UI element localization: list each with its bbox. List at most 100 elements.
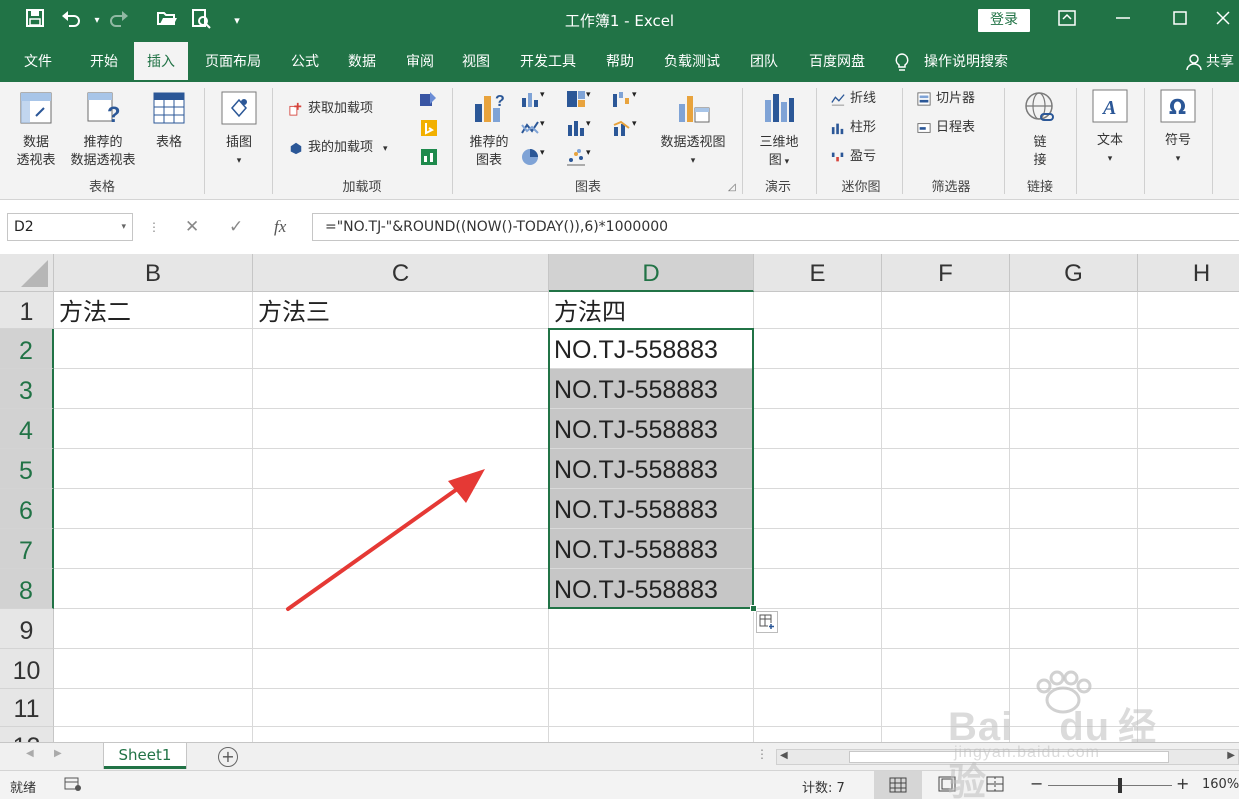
cancel-entry-icon[interactable]: ✕ (185, 213, 199, 241)
tab-split-grip-icon[interactable]: ⋮ (756, 747, 768, 761)
timeline-button[interactable]: 日程表 (916, 117, 975, 139)
get-addins-button[interactable]: 获取加载项 (288, 98, 373, 120)
recommended-charts-button[interactable]: ? 推荐的 图表 (462, 90, 516, 170)
formula-input[interactable]: ="NO.TJ-"&ROUND((NOW()-TODAY()),6)*10000… (312, 213, 1239, 241)
insert-function-icon[interactable]: fx (274, 213, 286, 241)
tab-formulas[interactable]: 公式 (280, 42, 330, 82)
scroll-right-icon[interactable]: ▶ (1227, 750, 1235, 761)
zoom-in-icon[interactable]: + (1176, 774, 1189, 793)
table-icon (146, 90, 192, 132)
tab-team[interactable]: 团队 (740, 42, 788, 82)
sparkline-line-button[interactable]: 折线 (830, 88, 876, 110)
tab-developer[interactable]: 开发工具 (510, 42, 586, 82)
maximize-icon[interactable] (1165, 8, 1195, 34)
row-header-6[interactable]: 6 (0, 489, 54, 529)
tab-load-test[interactable]: 负载测试 (654, 42, 730, 82)
row-header-1[interactable]: 1 (0, 292, 54, 329)
row-header-7[interactable]: 7 (0, 529, 54, 569)
my-addins-button[interactable]: 我的加载项 ▾ (288, 137, 388, 159)
column-header-e[interactable]: E (754, 254, 882, 292)
next-sheet-icon[interactable]: ▶ (54, 748, 62, 759)
link-button[interactable]: 链 接 (1016, 90, 1064, 170)
column-header-h[interactable]: H (1138, 254, 1239, 292)
pie-chart-button[interactable]: ▾ (520, 148, 556, 168)
column-header-d[interactable]: D (549, 254, 754, 292)
sparkline-winloss-button[interactable]: 盈亏 (830, 146, 876, 168)
column-header-c[interactable]: C (253, 254, 549, 292)
pivot-table-button[interactable]: 数据 透视表 (10, 90, 62, 170)
scatter-chart-button[interactable]: ▾ (566, 148, 602, 168)
prev-sheet-icon[interactable]: ◀ (26, 748, 34, 759)
sheet-tab-sheet1[interactable]: Sheet1 (104, 743, 186, 769)
tab-baidu-netdisk[interactable]: 百度网盘 (798, 42, 876, 82)
column-chart-button[interactable]: ▾ (520, 90, 556, 110)
text-button[interactable]: A 文本 ▾ (1086, 88, 1134, 168)
normal-view-icon[interactable] (874, 771, 922, 799)
tab-page-layout[interactable]: 页面布局 (196, 42, 270, 82)
waterfall-chart-button[interactable]: ▾ (612, 90, 648, 110)
text-box-icon: A (1086, 88, 1134, 130)
tab-help[interactable]: 帮助 (596, 42, 644, 82)
row-header-12[interactable]: 12 (0, 727, 54, 742)
column-header-f[interactable]: F (882, 254, 1010, 292)
illustrations-button[interactable]: 插图 ▾ (216, 90, 262, 170)
enter-entry-icon[interactable]: ✓ (229, 213, 243, 241)
symbol-button[interactable]: Ω 符号 ▾ (1154, 88, 1202, 168)
quick-analysis-icon[interactable] (756, 611, 778, 633)
row-header-10[interactable]: 10 (0, 649, 54, 689)
visio-icon[interactable] (418, 90, 438, 108)
row-header-3[interactable]: 3 (0, 369, 54, 409)
pivot-chart-button[interactable]: 数据透视图 ▾ (654, 90, 732, 170)
add-sheet-icon[interactable]: + (218, 747, 238, 767)
recommended-pivot-button[interactable]: ? 推荐的 数据透视表 (64, 90, 142, 170)
sparkline-line-label: 折线 (850, 91, 877, 106)
tab-insert[interactable]: 插入 (134, 42, 188, 82)
row-header-8[interactable]: 8 (0, 569, 54, 609)
row-header-5[interactable]: 5 (0, 449, 54, 489)
tab-review[interactable]: 审阅 (396, 42, 444, 82)
cell-d1[interactable]: 方法四 (549, 292, 753, 328)
tab-file[interactable]: 文件 (12, 42, 64, 82)
tell-me-search[interactable]: 操作说明搜索 (894, 42, 1026, 82)
name-box-dropdown-icon[interactable]: ▾ (121, 214, 126, 240)
login-button[interactable]: 登录 (978, 9, 1030, 32)
people-graph-icon[interactable] (420, 148, 438, 166)
column-chart-dropdown-icon: ▾ (540, 90, 545, 100)
sparkline-column-button[interactable]: 柱形 (830, 117, 876, 139)
3d-map-button[interactable]: 三维地 图 ▾ (752, 90, 806, 171)
row-header-9[interactable]: 9 (0, 609, 54, 649)
charts-dialog-launcher-icon[interactable]: ◿ (728, 182, 736, 193)
minimize-icon[interactable] (1108, 8, 1138, 34)
hierarchy-chart-button[interactable]: ▾ (566, 90, 602, 110)
worksheet-grid[interactable]: B C D E F G H 1 2 3 4 5 6 7 8 9 10 11 12… (0, 254, 1239, 742)
row-header-2[interactable]: 2 (0, 329, 54, 369)
waterfall-chart-dropdown-icon: ▾ (632, 90, 637, 100)
tab-data[interactable]: 数据 (338, 42, 386, 82)
ribbon-insert: 数据 透视表 ? 推荐的 数据透视表 表格 表格 插图 ▾ 获取加载项 我的加载… (0, 82, 1239, 200)
scroll-left-icon[interactable]: ◀ (780, 750, 788, 761)
slicer-button[interactable]: 切片器 (916, 88, 975, 110)
watermark-brand: Bai (948, 705, 1014, 749)
select-all-corner[interactable] (0, 254, 54, 292)
line-chart-button[interactable]: ▾ (520, 119, 556, 139)
close-icon[interactable] (1208, 8, 1238, 34)
hierarchy-chart-dropdown-icon: ▾ (586, 90, 591, 100)
column-header-b[interactable]: B (54, 254, 253, 292)
group-tables-label: 表格 (88, 180, 115, 195)
ribbon-display-options-icon[interactable] (1052, 8, 1082, 34)
share-button[interactable]: 共享 (1186, 42, 1239, 82)
bing-icon[interactable] (420, 119, 438, 137)
name-box[interactable]: D2 ▾ (7, 213, 133, 241)
zoom-level[interactable]: 160% (1202, 777, 1239, 792)
column-header-g[interactable]: G (1010, 254, 1138, 292)
combo-chart-button[interactable]: ▾ (612, 119, 648, 139)
row-header-11[interactable]: 11 (0, 689, 54, 727)
tab-view[interactable]: 视图 (452, 42, 500, 82)
tab-home[interactable]: 开始 (78, 42, 130, 82)
table-button[interactable]: 表格 (146, 90, 192, 152)
macro-record-icon[interactable] (64, 776, 82, 796)
cell-b1[interactable]: 方法二 (54, 292, 252, 328)
row-header-4[interactable]: 4 (0, 409, 54, 449)
statistic-chart-button[interactable]: ▾ (566, 119, 602, 139)
cell-c1[interactable]: 方法三 (253, 292, 548, 328)
